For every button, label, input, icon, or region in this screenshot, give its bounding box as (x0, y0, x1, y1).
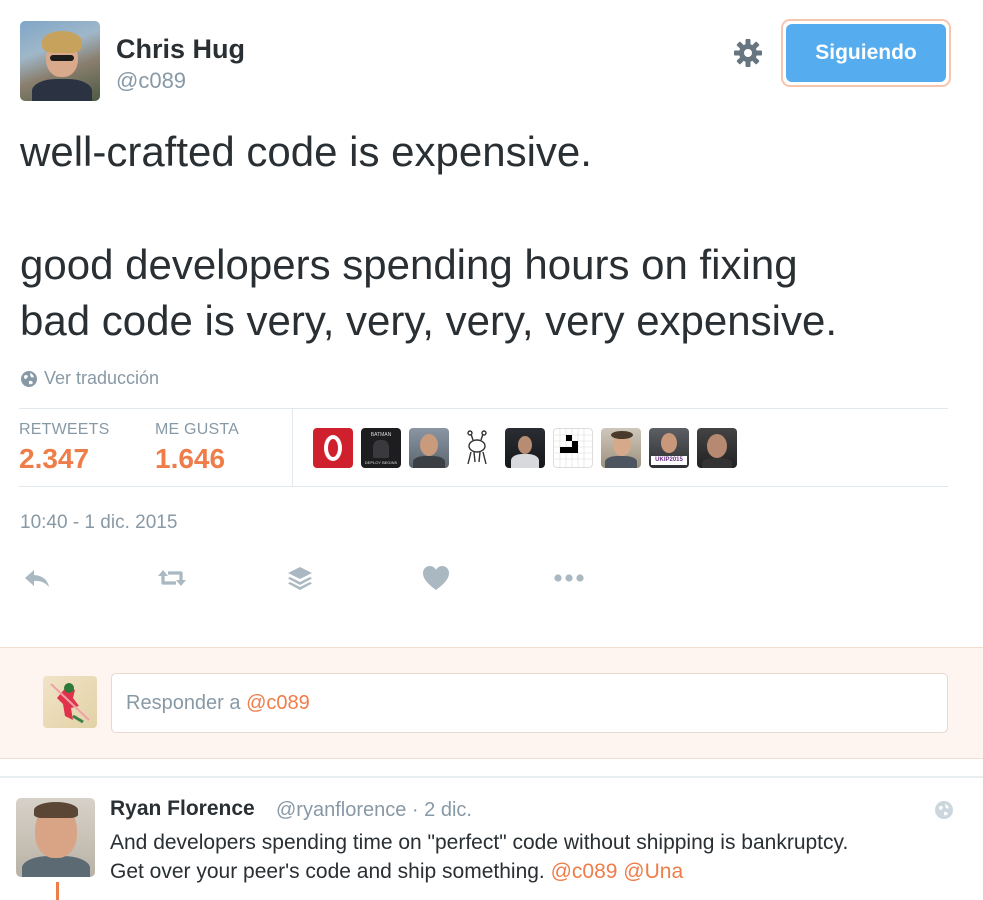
buffer-icon[interactable] (285, 564, 315, 592)
liker-avatar[interactable] (697, 428, 737, 468)
reply-author-meta[interactable]: @ryanflorence · 2 dic. (276, 799, 472, 822)
reply-input-placeholder: Responder a (126, 691, 247, 714)
mention-link[interactable]: @Una (623, 860, 683, 883)
heart-icon[interactable] (421, 564, 451, 592)
gear-icon[interactable] (732, 37, 764, 69)
likes-stat[interactable]: ME GUSTA 1.646 (155, 421, 239, 475)
translate-label: Ver traducción (44, 368, 160, 388)
liker-avatar[interactable] (553, 428, 593, 468)
more-icon[interactable] (552, 564, 586, 592)
liker-avatar-caption: DEPLOY BEGINS (364, 460, 398, 465)
globe-icon (21, 370, 37, 387)
following-button[interactable]: Siguiendo (781, 19, 951, 87)
liker-avatar-caption: BATMAN (370, 432, 392, 438)
divider (19, 486, 948, 487)
retweets-count: 2.347 (19, 443, 90, 474)
retweets-label: RETWEETS (19, 421, 110, 438)
likes-label: ME GUSTA (155, 421, 239, 438)
liker-avatar[interactable] (457, 428, 497, 468)
author-handle[interactable]: @c089 (116, 68, 186, 94)
liker-avatar-caption: UKIP2015 (651, 456, 687, 465)
liker-avatar[interactable] (409, 428, 449, 468)
divider (292, 409, 293, 486)
thread-connector (56, 882, 59, 900)
current-user-avatar[interactable] (43, 676, 97, 728)
likes-count: 1.646 (155, 443, 226, 474)
author-avatar[interactable] (20, 21, 100, 101)
tweet-timestamp[interactable]: 10:40 - 1 dic. 2015 (20, 512, 177, 534)
retweets-stat[interactable]: RETWEETS 2.347 (19, 421, 110, 475)
tweet-text-line: bad code is very, very, very, very expen… (20, 297, 837, 344)
tweet-text-line: good developers spending hours on fixing (20, 241, 798, 288)
reply-text: And developers spending time on "perfect… (110, 828, 970, 886)
reply-input-mention: @c089 (246, 691, 310, 714)
reply-text-line: Get over your peer's code and ship somet… (110, 857, 970, 886)
liker-avatar[interactable]: UKIP2015 (649, 428, 689, 468)
reply-author-avatar[interactable] (16, 798, 95, 877)
reply-text-body: Get over your peer's code and ship somet… (110, 860, 551, 883)
reply-author-name[interactable]: Ryan Florence (110, 797, 255, 821)
divider (19, 408, 948, 409)
tweet-text: well-crafted code is expensive. good dev… (20, 124, 960, 349)
reply-icon[interactable] (22, 564, 52, 592)
liker-avatar[interactable] (505, 428, 545, 468)
reply-input[interactable]: Responder a @c089 (111, 673, 948, 733)
tweet-text-line: well-crafted code is expensive. (20, 128, 592, 175)
translate-link[interactable]: Ver traducción (20, 368, 159, 389)
liker-avatar[interactable] (601, 428, 641, 468)
globe-icon[interactable] (934, 800, 954, 820)
author-name[interactable]: Chris Hug (116, 34, 245, 65)
divider (0, 776, 983, 778)
reply-text-line: And developers spending time on "perfect… (110, 831, 849, 854)
liker-avatar[interactable]: BATMAN DEPLOY BEGINS (361, 428, 401, 468)
following-button-label: Siguiendo (786, 24, 946, 82)
retweet-icon[interactable] (157, 564, 187, 592)
liker-avatar[interactable] (313, 428, 353, 468)
mention-link[interactable]: @c089 (551, 860, 618, 883)
